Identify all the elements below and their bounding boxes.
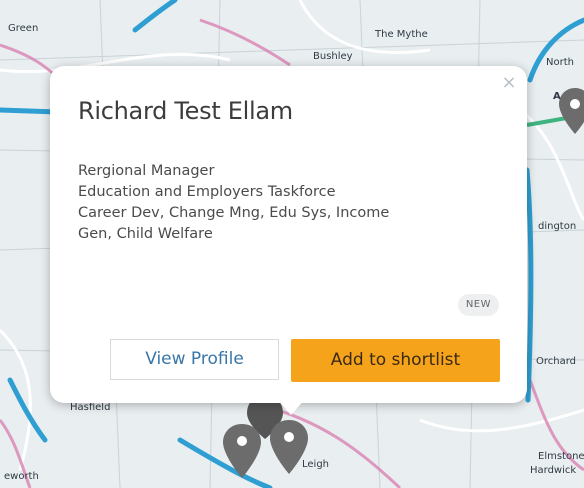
map-label-north: North: [546, 57, 574, 68]
new-badge: NEW: [457, 294, 499, 316]
profile-role: Rergional Manager: [78, 163, 215, 179]
map-label-hardwick: Hardwick: [530, 465, 577, 476]
map-label-road-a: A: [553, 91, 561, 102]
map-label-elmstone: Elmstone: [538, 451, 584, 462]
map-label-the-mythe: The Mythe: [375, 29, 428, 40]
map-label-orchard: Orchard: [536, 356, 577, 367]
profile-skills-line-2: Gen, Child Welfare: [78, 226, 213, 242]
profile-skills-line-1: Career Dev, Change Mng, Edu Sys, Income: [78, 205, 390, 221]
map-label-dington: dington: [538, 221, 577, 232]
profile-popup: × Richard Test Ellam Rergional Manager E…: [50, 66, 527, 403]
profile-details: Rergional Manager Education and Employer…: [78, 161, 478, 245]
view-profile-button[interactable]: View Profile: [110, 339, 279, 380]
map-label-leigh: Leigh: [302, 459, 330, 470]
close-icon[interactable]: ×: [501, 74, 517, 92]
map-label-green: Green: [8, 23, 39, 34]
map-label-hasfield: Hasfield: [70, 402, 111, 413]
profile-name: Richard Test Ellam: [78, 97, 293, 125]
profile-organisation: Education and Employers Taskforce: [78, 184, 336, 200]
map-label-bushley: Bushley: [313, 51, 353, 62]
popup-pointer: [276, 398, 306, 415]
add-to-shortlist-button[interactable]: Add to shortlist: [291, 339, 500, 382]
map-label-eworth: eworth: [4, 471, 39, 482]
